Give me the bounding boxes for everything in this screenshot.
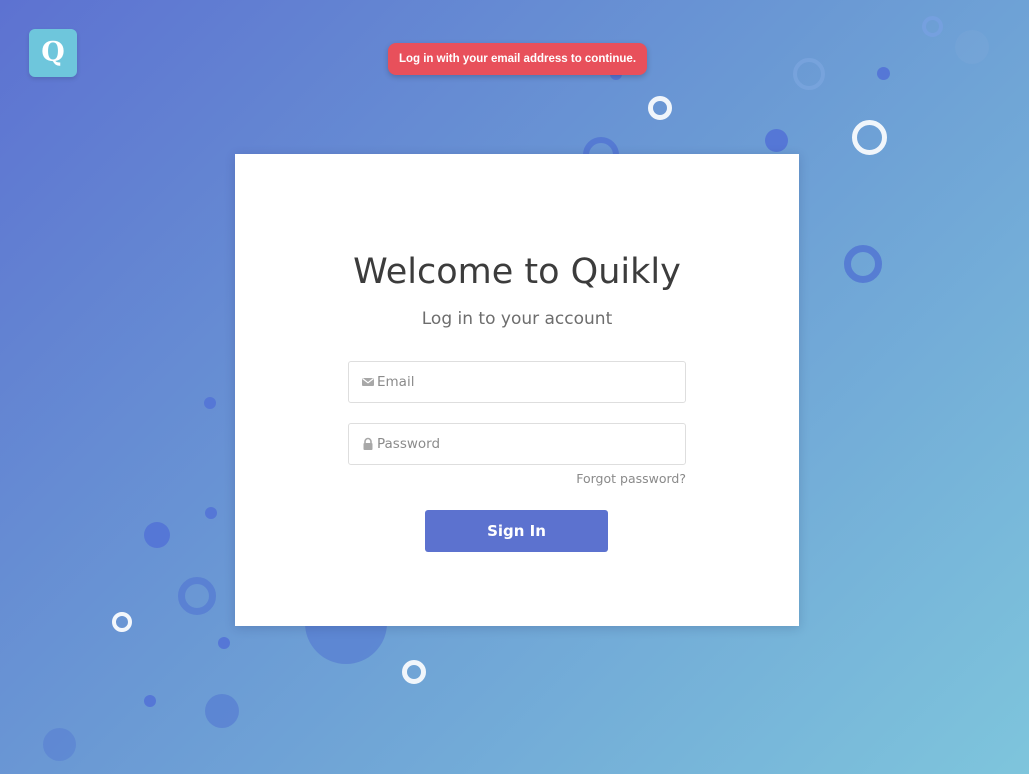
login-card: Welcome to Quikly Log in to your account… (235, 154, 799, 626)
login-required-toast: Log in with your email address to contin… (388, 43, 647, 75)
page-title: Welcome to Quikly (353, 252, 681, 292)
forgot-password-link[interactable]: Forgot password? (535, 470, 686, 488)
background-bubble (218, 637, 230, 649)
password-field[interactable] (348, 423, 686, 465)
background-bubble (112, 612, 132, 632)
background-bubble (204, 397, 216, 409)
background-bubble (648, 96, 672, 120)
background-bubble (877, 67, 890, 80)
mail-icon (362, 378, 374, 386)
email-field[interactable] (348, 361, 686, 403)
sign-in-button[interactable]: Sign In (425, 510, 608, 552)
background-bubble (43, 728, 76, 761)
background-bubble (402, 660, 426, 684)
background-bubble (844, 245, 882, 283)
background-bubble (144, 695, 156, 707)
background-bubble (144, 522, 170, 548)
background-bubble (765, 129, 788, 152)
background-bubble (955, 30, 989, 64)
quikly-logo[interactable]: Q (29, 29, 77, 77)
password-input[interactable] (377, 424, 677, 464)
lock-icon (363, 437, 373, 450)
background-bubble (922, 16, 943, 37)
email-input[interactable] (377, 362, 677, 402)
background-bubble (205, 694, 239, 728)
background-bubble (793, 58, 825, 90)
background-bubble (205, 507, 217, 519)
background-bubble (178, 577, 216, 615)
page-subtitle: Log in to your account (421, 309, 613, 329)
background-bubble (852, 120, 887, 155)
